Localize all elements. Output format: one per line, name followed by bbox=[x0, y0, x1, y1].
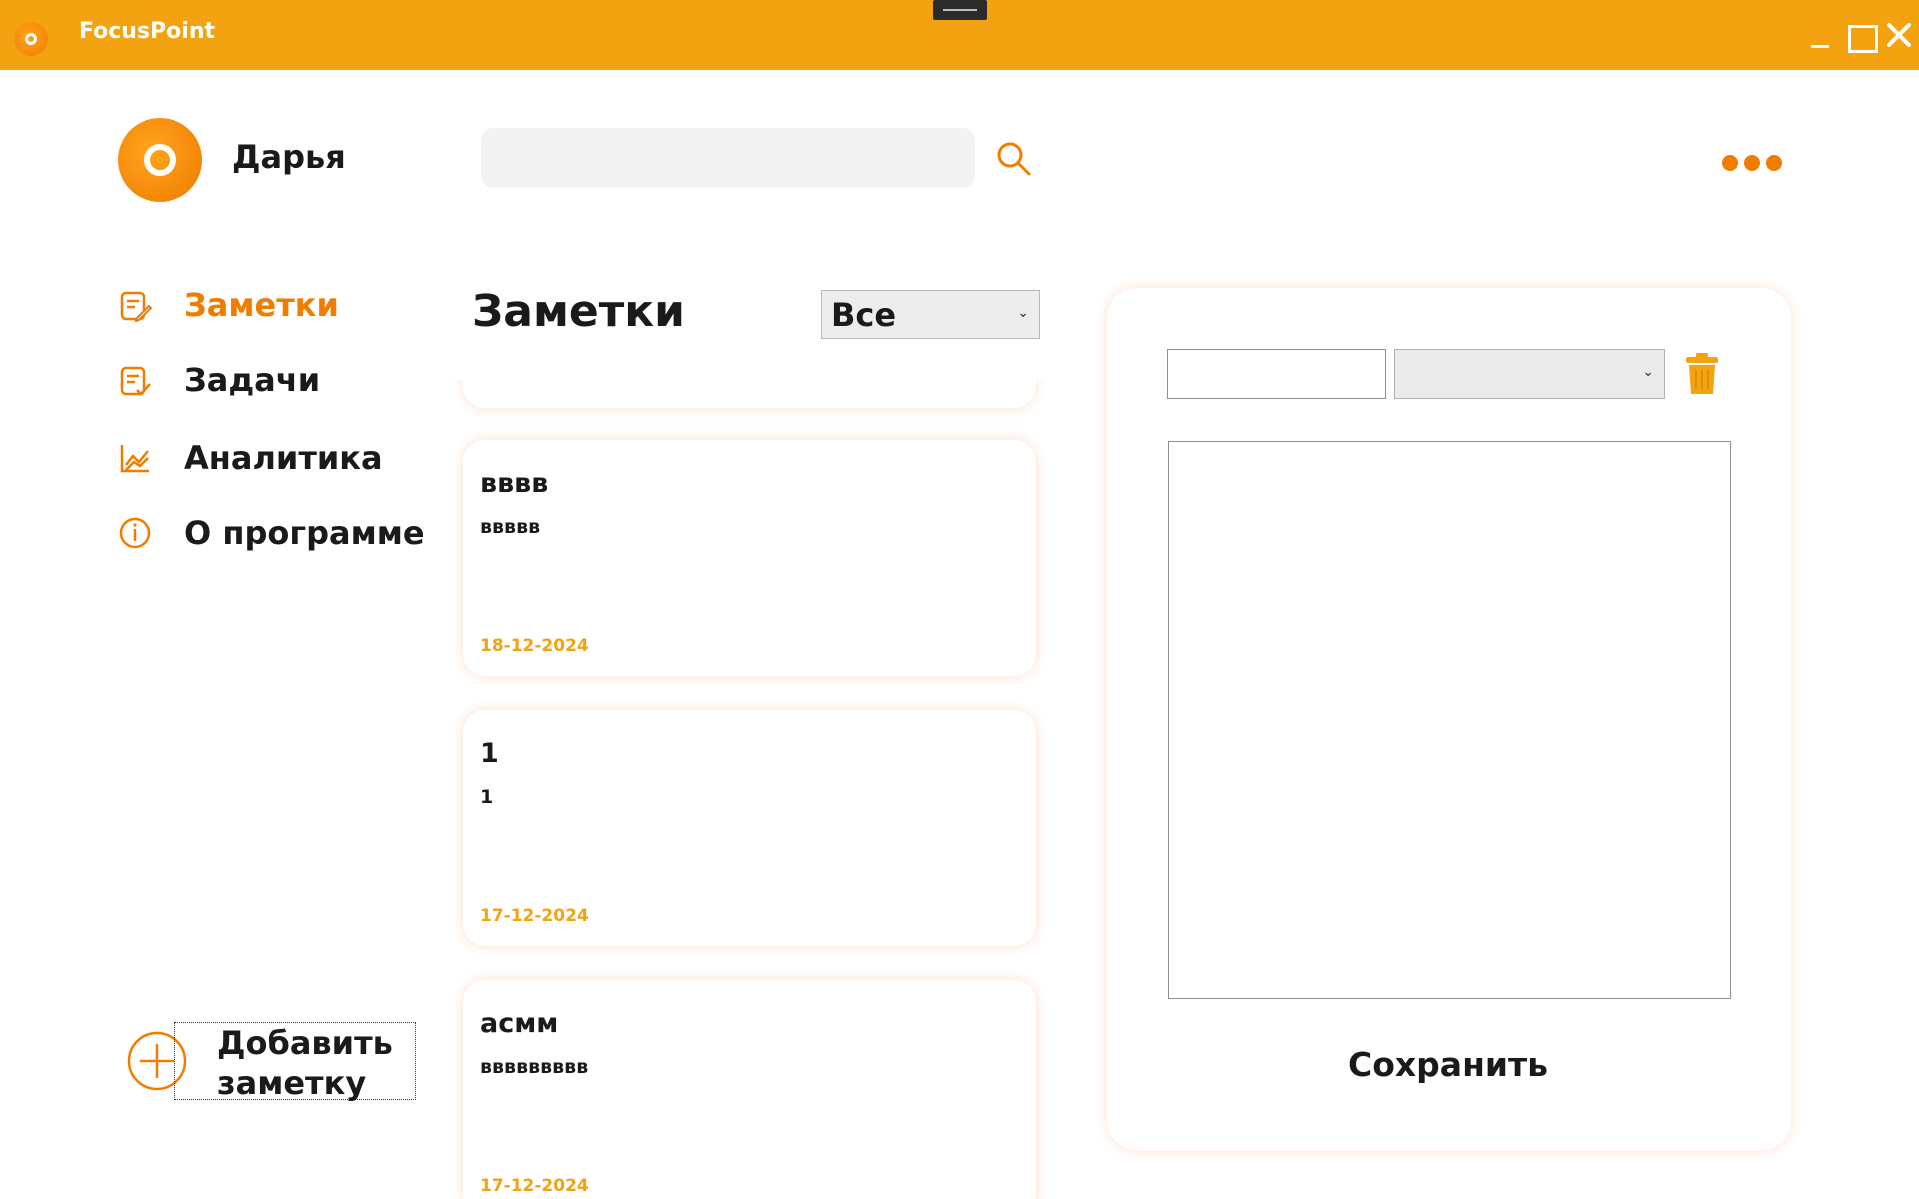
note-title: асмм bbox=[480, 1008, 559, 1039]
note-card[interactable]: вввв ввввв 18-12-2024 bbox=[463, 440, 1036, 676]
user-name: Дарья bbox=[232, 138, 346, 176]
app-title: FocusPoint bbox=[79, 19, 216, 44]
note-date: 17-12-2024 bbox=[480, 906, 589, 926]
save-button[interactable]: Сохранить bbox=[1328, 1045, 1568, 1095]
chevron-down-icon: ⌄ bbox=[1642, 364, 1654, 380]
window-grip-handle[interactable] bbox=[933, 0, 987, 20]
close-button[interactable] bbox=[1882, 18, 1916, 52]
note-title: вввв bbox=[480, 468, 549, 499]
note-card[interactable]: асмм ввввввввв 17-12-2024 bbox=[463, 980, 1036, 1199]
note-category-select[interactable]: ⌄ bbox=[1394, 349, 1665, 399]
note-date: 18-12-2024 bbox=[480, 636, 589, 656]
note-body: ввввв bbox=[480, 516, 541, 538]
app-logo-icon bbox=[14, 22, 48, 56]
maximize-button[interactable] bbox=[1842, 18, 1878, 53]
chevron-down-icon: ⌄ bbox=[1017, 305, 1029, 321]
sidebar-item-label: Заметки bbox=[184, 286, 339, 324]
avatar bbox=[118, 118, 202, 202]
search-input[interactable] bbox=[481, 128, 975, 188]
note-content-textarea[interactable] bbox=[1168, 441, 1731, 999]
note-title: 1 bbox=[480, 738, 499, 769]
note-title-input[interactable] bbox=[1167, 349, 1386, 399]
sidebar-item-tasks[interactable]: Задачи bbox=[118, 355, 438, 405]
notes-list[interactable]: вввв ввввв 18-12-2024 1 1 17-12-2024 асм… bbox=[450, 380, 1060, 1199]
title-bar: FocusPoint bbox=[0, 0, 1919, 70]
info-icon bbox=[119, 517, 151, 549]
note-card[interactable]: 1 1 17-12-2024 bbox=[463, 710, 1036, 946]
page-title: Заметки bbox=[472, 286, 685, 337]
category-filter-select[interactable]: Все ⌄ bbox=[821, 290, 1040, 339]
add-note-label: Добавить заметку bbox=[174, 1022, 416, 1102]
sidebar-item-label: Аналитика bbox=[184, 439, 383, 477]
analytics-icon bbox=[120, 445, 149, 473]
sidebar-item-analytics[interactable]: Аналитика bbox=[118, 433, 438, 483]
tasks-icon bbox=[120, 366, 151, 396]
notes-icon bbox=[120, 291, 152, 322]
sidebar-item-notes[interactable]: Заметки bbox=[118, 280, 438, 330]
note-body: 1 bbox=[480, 786, 494, 808]
note-body: ввввввввв bbox=[480, 1056, 589, 1078]
sidebar-item-label: Задачи bbox=[184, 361, 321, 399]
note-card[interactable] bbox=[463, 380, 1036, 408]
sidebar-item-label: О программе bbox=[184, 514, 425, 552]
filter-value: Все bbox=[831, 296, 897, 334]
note-date: 17-12-2024 bbox=[480, 1176, 589, 1196]
more-options-icon[interactable] bbox=[1722, 152, 1784, 174]
sidebar-item-about[interactable]: О программе bbox=[118, 508, 438, 558]
minimize-button[interactable] bbox=[1802, 18, 1836, 52]
close-icon bbox=[1887, 23, 1911, 47]
search-icon[interactable] bbox=[994, 139, 1034, 179]
add-note-button[interactable]: Добавить заметку bbox=[126, 1020, 426, 1102]
trash-icon[interactable] bbox=[1684, 352, 1720, 396]
